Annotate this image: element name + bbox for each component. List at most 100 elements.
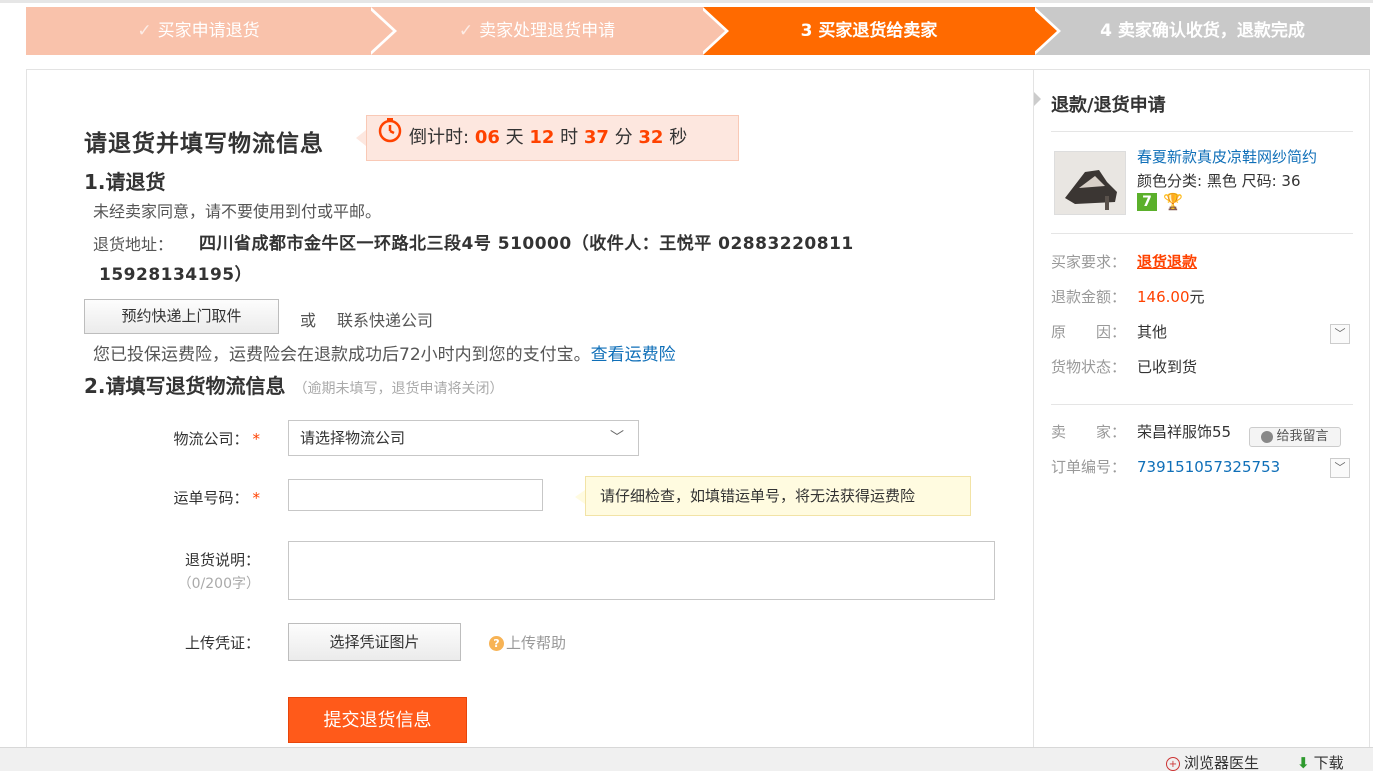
download-icon: ⬇ <box>1297 754 1310 772</box>
check-icon: ✓ <box>137 21 152 41</box>
countdown-hours-unit: 时 <box>560 127 579 148</box>
tip-notch <box>575 490 585 504</box>
reason-value: 其他 <box>1137 323 1168 341</box>
sidebar-notch <box>1034 92 1041 106</box>
buyer-request-row: 买家要求： 退货退款 <box>1051 251 1197 272</box>
upload-label: 上传凭证： <box>184 634 260 652</box>
section-1-heading: 1.请退货 <box>84 170 166 194</box>
divider <box>1051 233 1353 234</box>
divider <box>1051 131 1353 132</box>
reason-label: 原 因： <box>1051 323 1127 341</box>
buyer-request-label: 买家要求： <box>1051 253 1127 271</box>
sidebar-title: 退款/退货申请 <box>1051 95 1166 116</box>
upload-help-text: 上传帮助 <box>506 634 567 652</box>
message-button-label: 给我留言 <box>1276 429 1329 444</box>
shipping-note: 未经卖家同意，请不要使用到付或平邮。 <box>93 202 382 221</box>
choose-image-button[interactable]: 选择凭证图片 <box>288 623 461 661</box>
view-insurance-link[interactable]: 查看运费险 <box>591 345 676 365</box>
product-attributes: 颜色分类: 黑色 尺码: 36 <box>1137 172 1301 190</box>
tracking-label: 运单号码： * <box>150 487 260 508</box>
tracking-number-input[interactable] <box>288 479 543 511</box>
step-arrow <box>699 7 725 55</box>
chevron-down-icon: ﹀ <box>1334 327 1346 340</box>
submit-return-button[interactable]: 提交退货信息 <box>288 697 467 743</box>
step-4-label: 4 卖家确认收货，退款完成 <box>1100 21 1305 41</box>
download-label: 下载 <box>1313 754 1344 772</box>
step-2-label: 卖家处理退货申请 <box>479 21 616 41</box>
required-marker: * <box>252 489 261 507</box>
countdown-seconds: 32 <box>638 127 664 148</box>
order-number-link[interactable]: 739151057325753 <box>1137 458 1280 476</box>
question-icon: ? <box>489 636 504 651</box>
countdown-hours: 12 <box>529 127 555 148</box>
countdown-minutes-unit: 分 <box>614 127 633 148</box>
page-title: 请退货并填写物流信息 <box>84 131 324 157</box>
refund-amount-row: 退款金额： 146.00元 <box>1051 286 1205 307</box>
seller-row: 卖 家： 荣昌祥服饰55 <box>1051 421 1231 442</box>
product-thumbnail[interactable] <box>1054 151 1126 215</box>
check-icon: ✓ <box>458 21 474 41</box>
countdown-minutes: 37 <box>583 127 609 148</box>
step-2: ✓ 卖家处理退货申请 <box>371 7 703 55</box>
clock-icon <box>377 116 403 160</box>
progress-steps: ✓ 买家申请退货 ✓ 卖家处理退货申请 3 买家退货给卖家 4 卖家确认收货，退款完… <box>26 7 1370 55</box>
logistics-label: 物流公司： * <box>150 428 260 449</box>
countdown-days-unit: 天 <box>505 127 524 148</box>
refund-amount-label: 退款金额： <box>1051 288 1127 306</box>
seller-label: 卖 家： <box>1051 423 1127 441</box>
seller-name: 荣昌祥服饰55 <box>1137 423 1232 441</box>
refund-unit: 元 <box>1189 288 1205 306</box>
or-text: 或 <box>300 311 317 330</box>
logistics-select-value: 请选择物流公司 <box>300 429 406 447</box>
download-button[interactable]: ⬇ 下载 <box>1297 752 1344 773</box>
tracking-label-text: 运单号码： <box>173 489 249 507</box>
logistics-label-text: 物流公司： <box>173 430 249 448</box>
browser-doctor-button[interactable]: + 浏览器医生 <box>1166 752 1259 773</box>
logistics-company-select[interactable]: 请选择物流公司 ﹀ <box>288 420 639 456</box>
chevron-down-icon: ﹀ <box>610 430 624 446</box>
contact-courier-text: 联系快递公司 <box>337 311 434 330</box>
doctor-icon: + <box>1166 756 1180 771</box>
remark-label: 退货说明： <box>184 551 260 569</box>
upload-help-link[interactable]: ? 上传帮助 <box>489 632 566 653</box>
countdown-seconds-unit: 秒 <box>669 127 688 148</box>
browser-top-edge <box>0 0 1373 3</box>
step-arrow <box>367 7 393 55</box>
step-1: ✓ 买家申请退货 <box>26 7 371 55</box>
order-number-label: 订单编号： <box>1051 458 1127 476</box>
seven-day-return-badge: 7 <box>1137 193 1157 211</box>
trophy-icon: 🏆 <box>1163 192 1183 211</box>
return-address-line1: 四川省成都市金牛区一环路北三段4号 510000（收件人：王悦平 0288322… <box>199 234 854 254</box>
leave-message-button[interactable]: 给我留言 <box>1249 427 1341 447</box>
countdown-days: 06 <box>474 127 500 148</box>
divider <box>1051 404 1353 405</box>
timer-notch <box>356 130 366 146</box>
product-name-link[interactable]: 春夏新款真皮凉鞋网纱简约 <box>1137 146 1317 167</box>
step-arrow <box>1031 7 1057 55</box>
section-2-title: 2.请填写退货物流信息 <box>84 374 286 398</box>
order-number-row: 订单编号： 739151057325753 <box>1051 456 1280 477</box>
refund-amount-value: 146.00 <box>1137 288 1190 306</box>
schedule-pickup-button[interactable]: 预约快递上门取件 <box>84 299 279 334</box>
countdown-timer: 倒计时: 06 天 12 时 37 分 32 秒 <box>366 115 739 161</box>
order-expand-toggle[interactable]: ﹀ <box>1330 458 1350 478</box>
buyer-request-value: 退货退款 <box>1137 253 1198 271</box>
step-3-label: 3 买家退货给卖家 <box>800 21 938 41</box>
browser-doctor-label: 浏览器医生 <box>1184 754 1260 772</box>
goods-status-label: 货物状态： <box>1051 358 1127 376</box>
insurance-note: 您已投保运费险，运费险会在退款成功后72小时内到您的支付宝。查看运费险 <box>93 340 676 365</box>
reason-row: 原 因： 其他 <box>1051 321 1167 342</box>
address-label: 退货地址： <box>93 235 174 254</box>
return-remark-textarea[interactable] <box>288 541 995 600</box>
reason-expand-toggle[interactable]: ﹀ <box>1330 324 1350 344</box>
section-2-heading: 2.请填写退货物流信息 （逾期未填写，退货申请将关闭） <box>84 370 504 399</box>
insurance-text: 您已投保运费险，运费险会在退款成功后72小时内到您的支付宝。 <box>93 345 591 365</box>
required-marker: * <box>252 430 261 448</box>
goods-status-value: 已收到货 <box>1137 358 1198 376</box>
return-address-line2: 15928134195） <box>99 265 253 285</box>
chevron-down-icon: ﹀ <box>1334 461 1346 474</box>
chat-icon <box>1261 430 1274 443</box>
countdown-prefix: 倒计时: <box>409 127 470 148</box>
step-1-label: 买家申请退货 <box>157 21 260 41</box>
section-2-hint: （逾期未填写，退货申请将关闭） <box>293 381 504 397</box>
